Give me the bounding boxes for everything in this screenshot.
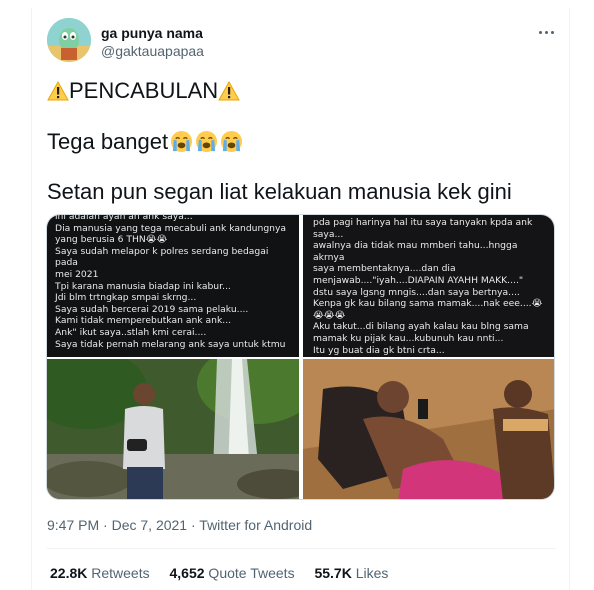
media-image-4[interactable] [303,359,554,499]
tweet-source: Twitter for Android [199,517,313,533]
tweet-stats: 22.8K Retweets 4,652 Quote Tweets 55.7K … [50,565,404,581]
divider [47,548,556,549]
screenshot-text-right: pda pagi harinya hal itu saya tanyakn kp… [313,217,543,356]
quote-tweets-stat[interactable]: 4,652 Quote Tweets [170,565,295,581]
media-image-3[interactable] [47,359,299,499]
retweets-count: 22.8K [50,565,88,581]
photo-men-phone [303,359,554,499]
retweets-label: Retweets [87,565,150,581]
meta-separator: · [99,517,112,533]
screenshot-text-left: ini adalah ayah an ank saya... Dia manus… [55,215,287,350]
crying-face-icon [196,130,218,153]
tweet-date: Dec 7, 2021 [111,517,188,533]
tweet-title: PENCABULAN [69,78,219,103]
tweet-time: 9:47 PM [47,517,100,533]
warning-icon [47,81,69,101]
likes-stat[interactable]: 55.7K Likes [314,565,388,581]
likes-label: Likes [351,565,389,581]
tweet-text-line3: Setan pun segan liat kelakuan manusia ke… [47,179,512,204]
tweet-line2: Tega banget [47,129,169,154]
author-handle[interactable]: @gaktauapapaa [101,43,204,59]
avatar-image [47,18,91,62]
retweets-stat[interactable]: 22.8K Retweets [50,565,150,581]
tweet-text-line1: PENCABULAN [47,78,241,104]
avatar[interactable] [47,18,91,62]
photo-man-waterfall [47,359,299,499]
media-image-2[interactable]: pda pagi harinya hal itu saya tanyakn kp… [303,215,554,357]
more-icon[interactable] [536,24,556,40]
warning-icon [218,81,241,101]
tweet-timestamp[interactable]: 9:47 PM · Dec 7, 2021 · Twitter for Andr… [47,517,312,533]
media-grid: ini adalah ayah an ank saya... Dia manus… [46,214,555,500]
likes-count: 55.7K [314,565,352,581]
media-image-1[interactable]: ini adalah ayah an ank saya... Dia manus… [47,215,299,357]
quote-tweets-label: Quote Tweets [204,565,295,581]
crying-face-icon [171,130,193,153]
meta-separator: · [187,517,200,533]
crying-face-icon [221,130,243,153]
tweet-text-line2: Tega banget [47,129,243,155]
author-name[interactable]: ga punya nama [101,25,203,41]
quote-tweets-count: 4,652 [169,565,205,581]
